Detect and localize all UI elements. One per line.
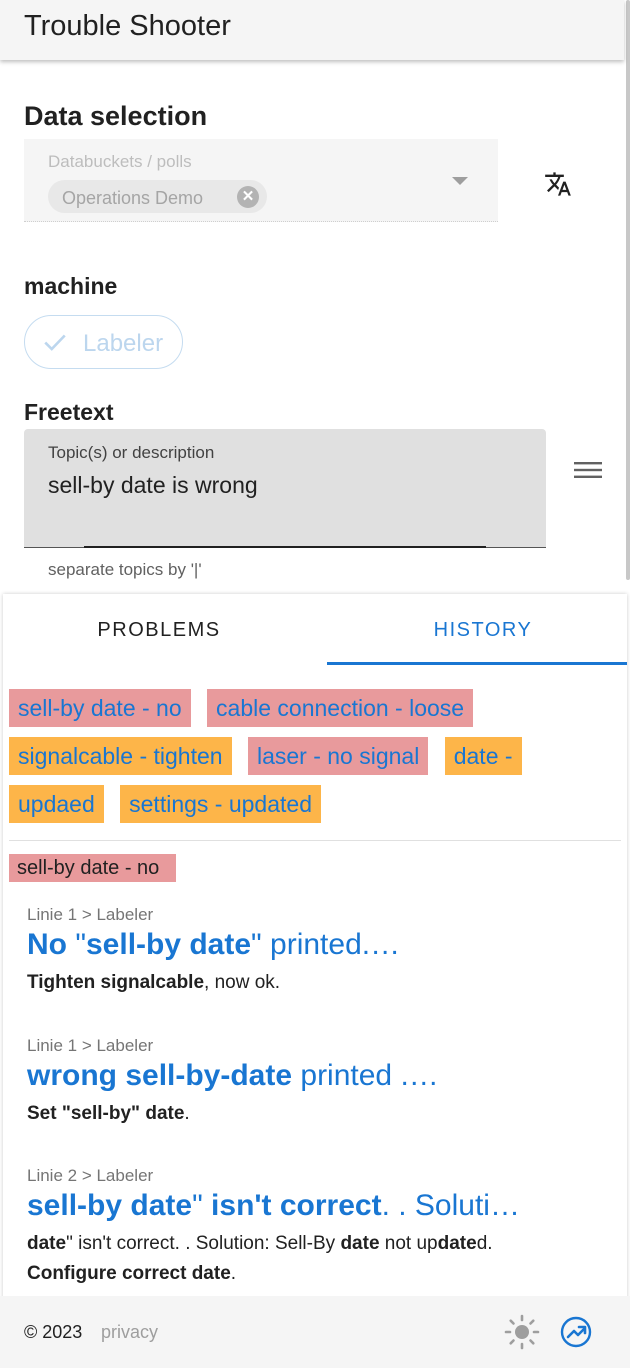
- app-title: Trouble Shooter: [24, 10, 231, 42]
- desc-segment: " isn't correct. . Solution: Sell-By: [66, 1233, 341, 1254]
- history-entry[interactable]: Linie 1 > Labeler No "sell-by date" prin…: [27, 905, 617, 998]
- history-entry-path: Linie 1 > Labeler: [27, 905, 154, 924]
- footer: © 2023 privacy: [0, 1296, 630, 1368]
- history-entry-title[interactable]: sell-by date" isn't correct. . Soluti…: [27, 1189, 617, 1223]
- title-segment: . . Soluti…: [381, 1189, 520, 1222]
- history-entry-title[interactable]: No "sell-by date" printed.…: [27, 928, 617, 962]
- desc-segment: date: [27, 1233, 67, 1254]
- desc-segment: , now ok.: [204, 972, 281, 993]
- focus-underline: [84, 546, 486, 548]
- desc-segment: Set "sell-by" date: [27, 1103, 185, 1124]
- history-entry-title[interactable]: wrong sell-by-date printed .…: [27, 1059, 617, 1093]
- selected-databucket-chip: Operations Demo ✕: [48, 180, 267, 213]
- title-segment: sell-by date: [85, 928, 252, 961]
- desc-segment: not up: [379, 1233, 438, 1254]
- labeler-label: Labeler: [83, 330, 164, 357]
- menu-icon[interactable]: [574, 460, 602, 480]
- active-filter-tag[interactable]: sell-by date - no: [9, 854, 176, 882]
- tab-problems[interactable]: PROBLEMS: [3, 594, 315, 665]
- selected-databucket-label: Operations Demo: [62, 188, 204, 208]
- sun-icon[interactable]: [504, 1314, 540, 1350]
- tag-laser-no-signal[interactable]: laser - no signal: [247, 737, 429, 775]
- freetext-input[interactable]: Topic(s) or description sell-by date is …: [24, 429, 546, 548]
- title-segment: No: [27, 928, 67, 961]
- title-segment: printed .…: [292, 1059, 439, 1092]
- tag-signalcable-tighten[interactable]: signalcable - tighten: [9, 737, 232, 775]
- page-scrollbar[interactable]: [626, 0, 630, 580]
- machine-heading: machine: [24, 273, 118, 299]
- freetext-input-label: Topic(s) or description: [48, 443, 215, 462]
- tag-cloud: sell-by date - no cable connection - loo…: [9, 684, 529, 828]
- freetext-hint: separate topics by '|': [48, 560, 202, 579]
- history-entry-path: Linie 1 > Labeler: [27, 1036, 154, 1055]
- title-segment: ": [67, 928, 86, 961]
- databucket-select[interactable]: Databuckets / polls Operations Demo ✕: [24, 139, 498, 222]
- chip-remove-icon[interactable]: ✕: [237, 186, 259, 208]
- desc-segment: .: [230, 1263, 237, 1284]
- history-entry[interactable]: Linie 2 > Labeler sell-by date" isn't co…: [27, 1166, 617, 1289]
- title-segment: " printed.…: [251, 928, 401, 961]
- desc-segment: Configure correct date: [27, 1263, 231, 1284]
- desc-segment: date: [437, 1233, 477, 1254]
- title-segment: sell-by date: [27, 1189, 193, 1222]
- title-segment: isn't correct: [211, 1189, 382, 1222]
- freetext-heading: Freetext: [24, 399, 114, 425]
- desc-segment: date: [340, 1233, 380, 1254]
- tab-history[interactable]: HISTORY: [327, 594, 627, 665]
- dropdown-caret-icon[interactable]: [452, 177, 468, 185]
- databucket-select-label: Databuckets / polls: [48, 152, 192, 171]
- desc-segment: .: [184, 1103, 190, 1124]
- history-entry-description: date" isn't correct. . Solution: Sell-By…: [27, 1229, 617, 1289]
- translate-icon[interactable]: [543, 170, 573, 198]
- history-entry[interactable]: Linie 1 > Labeler wrong sell-by-date pri…: [27, 1036, 617, 1129]
- tag-cable-connection-loose[interactable]: cable connection - loose: [207, 689, 474, 727]
- app-bar: Trouble Shooter: [0, 0, 624, 60]
- data-selection-heading: Data selection: [24, 101, 208, 131]
- freetext-input-value[interactable]: sell-by date is wrong: [48, 472, 258, 499]
- tag-sell-by-date-no[interactable]: sell-by date - no: [9, 689, 191, 727]
- results-card: PROBLEMS HISTORY sell-by date - no cable…: [3, 594, 627, 1314]
- history-entry-description: Set "sell-by" date.: [27, 1099, 617, 1129]
- desc-segment: d.: [476, 1233, 493, 1254]
- privacy-link[interactable]: privacy: [101, 1322, 158, 1343]
- title-segment: wrong sell-by-date: [27, 1059, 293, 1092]
- copyright: © 2023: [24, 1322, 83, 1342]
- history-entry-path: Linie 2 > Labeler: [27, 1166, 154, 1185]
- history-entry-description: Tighten signalcable, now ok.: [27, 968, 617, 998]
- check-icon: [44, 334, 66, 351]
- desc-segment: Tighten signalcable: [27, 972, 205, 993]
- divider: [9, 840, 621, 841]
- title-segment: ": [192, 1189, 212, 1222]
- tag-settings-updated[interactable]: settings - updated: [120, 785, 321, 823]
- labeler-toggle-button[interactable]: Labeler: [24, 315, 183, 369]
- trending-up-icon[interactable]: [560, 1316, 592, 1348]
